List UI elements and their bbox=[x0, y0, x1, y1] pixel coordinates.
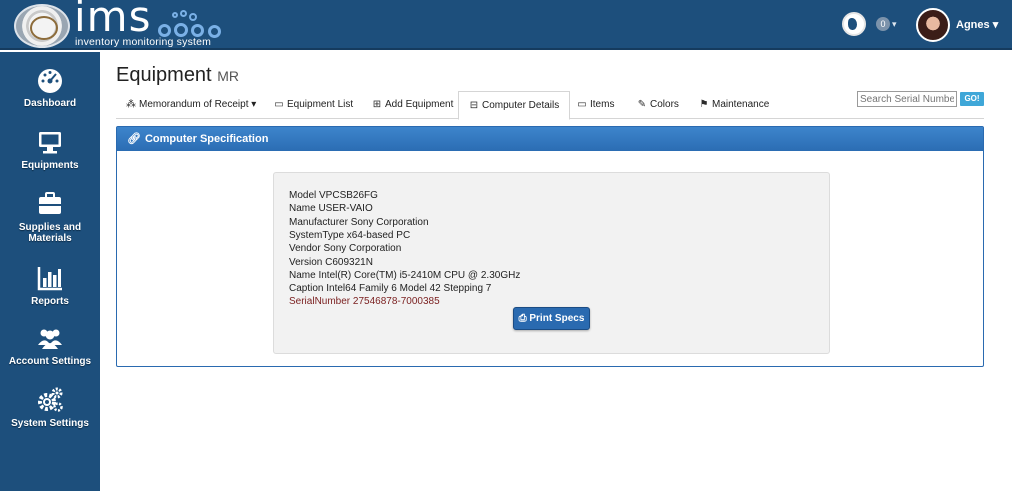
tab-label: Colors bbox=[650, 99, 679, 110]
tab-label: Computer Details bbox=[482, 100, 560, 111]
page-subtitle: MR bbox=[217, 68, 239, 84]
dashboard-icon bbox=[38, 69, 62, 93]
sidebar-item-label: Equipments bbox=[21, 160, 79, 171]
panel-header: 🔗︎ Computer Specification bbox=[117, 127, 983, 151]
spec-cpu-name: Name Intel(R) Core(TM) i5-2410M CPU @ 2.… bbox=[289, 270, 521, 281]
briefcase-icon bbox=[39, 192, 61, 214]
spec-version: Version C609321N bbox=[289, 257, 373, 268]
tab-add-equipment[interactable]: ⊞ Add Equipment bbox=[362, 91, 463, 119]
brush-icon: ✎ bbox=[637, 99, 647, 110]
computer-spec-panel: 🔗︎ Computer Specification Model VPCSB26FG… bbox=[116, 126, 984, 367]
user-name: Agnes bbox=[956, 19, 990, 31]
link-icon: 🔗︎ bbox=[127, 133, 141, 145]
panel-title: Computer Specification bbox=[144, 133, 269, 145]
plus-square-icon: ⊞ bbox=[372, 99, 382, 110]
app-logo-text[interactable]: ims bbox=[74, 0, 151, 38]
tab-items[interactable]: ▭ Items bbox=[567, 91, 624, 119]
spec-well: Model VPCSB26FG Name USER-VAIO Manufactu… bbox=[273, 172, 830, 354]
users-icon bbox=[38, 329, 62, 349]
sidebar-item-label: System Settings bbox=[11, 418, 89, 429]
sidebar-item-label: Account Settings bbox=[8, 356, 92, 367]
tab-label: Memorandum of Receipt bbox=[139, 99, 249, 110]
tab-label: Equipment List bbox=[287, 99, 354, 110]
tab-label: Items bbox=[590, 99, 615, 110]
globe-icon[interactable] bbox=[842, 12, 866, 36]
tab-bar: ⁂ Memorandum of Receipt ▾ ▭ Equipment List… bbox=[116, 91, 984, 120]
page-title: Equipment MR bbox=[116, 64, 239, 87]
print-label: Print Specs bbox=[529, 313, 585, 324]
spec-system-type: SystemType x64-based PC bbox=[289, 230, 411, 241]
tab-equipment-list[interactable]: ▭ Equipment List bbox=[264, 91, 363, 119]
spec-manufacturer: Manufacturer Sony Corporation bbox=[289, 217, 429, 228]
page-title-text: Equipment bbox=[116, 64, 212, 86]
chevron-down-icon: ▾ bbox=[992, 19, 999, 31]
top-navbar: ims inventory monitoring system 0 ▾ Agne… bbox=[0, 0, 1012, 50]
gears-icon bbox=[38, 387, 63, 412]
sidebar-item-account-settings[interactable]: Account Settings bbox=[0, 324, 100, 367]
sidebar-item-dashboard[interactable]: Dashboard bbox=[0, 66, 100, 109]
bar-chart-icon bbox=[37, 267, 62, 291]
serial-search-input[interactable] bbox=[857, 91, 957, 107]
app-logo-subtitle: inventory monitoring system bbox=[75, 36, 212, 48]
sidebar-item-equipments[interactable]: Equipments bbox=[0, 128, 100, 171]
chevron-down-icon[interactable]: ▾ bbox=[892, 19, 897, 30]
spec-serial-number: SerialNumber 27546878-7000385 bbox=[289, 296, 440, 307]
monitor-icon: ▭ bbox=[274, 99, 284, 110]
spec-name: Name USER-VAIO bbox=[289, 203, 373, 214]
user-menu[interactable]: Agnes ▾ bbox=[956, 18, 998, 31]
flag-icon: ⚑ bbox=[699, 99, 709, 110]
tab-colors[interactable]: ✎ Colors bbox=[627, 91, 689, 119]
laptop-icon: ▭ bbox=[577, 99, 587, 110]
sidebar-item-supplies[interactable]: Supplies and Materials bbox=[0, 190, 100, 244]
tab-maintenance[interactable]: ⚑ Maintenance bbox=[689, 91, 779, 119]
tab-label: Maintenance bbox=[712, 99, 770, 110]
print-icon: ⎙ bbox=[518, 313, 530, 324]
hdd-icon: ⊟ bbox=[469, 100, 479, 111]
print-specs-button[interactable]: ⎙ Print Specs bbox=[513, 307, 590, 330]
spec-model: Model VPCSB26FG bbox=[289, 190, 378, 201]
sidebar-item-reports[interactable]: Reports bbox=[0, 264, 100, 307]
sidebar-item-label: Supplies and Materials bbox=[18, 222, 82, 244]
monitor-icon bbox=[39, 132, 61, 154]
spec-caption: Caption Intel64 Family 6 Model 42 Steppi… bbox=[289, 283, 492, 294]
tab-label: Add Equipment bbox=[385, 99, 454, 110]
spec-vendor: Vendor Sony Corporation bbox=[289, 243, 402, 254]
sidebar: Dashboard Equipments Supplies and Materi… bbox=[0, 52, 100, 491]
tab-computer-details[interactable]: ⊟ Computer Details bbox=[458, 91, 571, 120]
notification-badge[interactable]: 0 bbox=[876, 17, 890, 31]
tab-memorandum-of-receipt[interactable]: ⁂ Memorandum of Receipt ▾ bbox=[116, 91, 266, 119]
sidebar-item-label: Reports bbox=[31, 296, 69, 307]
user-avatar[interactable] bbox=[916, 8, 950, 42]
sitemap-icon: ⁂ bbox=[126, 99, 136, 110]
sidebar-item-label: Dashboard bbox=[23, 98, 77, 109]
search-go-button[interactable]: GO! bbox=[960, 92, 984, 106]
seal-logo-icon[interactable] bbox=[14, 4, 70, 48]
sidebar-item-system-settings[interactable]: System Settings bbox=[0, 386, 100, 429]
chevron-down-icon: ▾ bbox=[251, 99, 257, 110]
